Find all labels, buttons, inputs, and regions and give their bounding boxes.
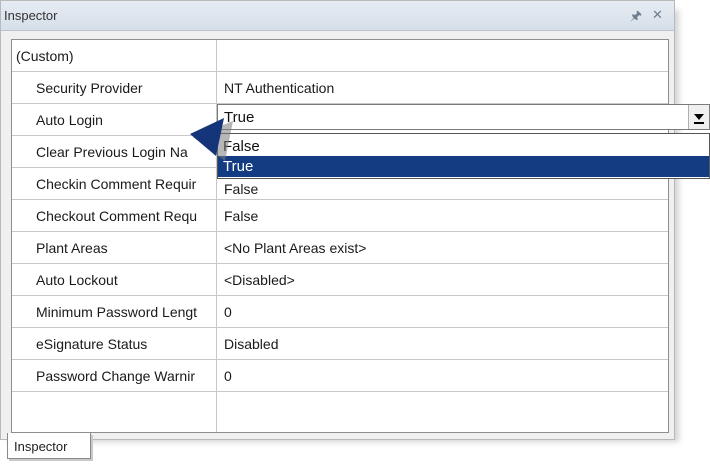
property-value-cell[interactable]: <Disabled> xyxy=(217,264,668,295)
property-value: 0 xyxy=(224,304,232,320)
auto-login-options-list[interactable]: False True xyxy=(217,133,710,179)
close-icon[interactable]: ✕ xyxy=(652,7,663,23)
property-name: Auto Login xyxy=(36,112,103,128)
property-name: Minimum Password Lengt xyxy=(36,304,198,320)
property-value-cell[interactable]: <No Plant Areas exist> xyxy=(217,232,668,263)
callout-arrow-icon xyxy=(190,118,233,161)
property-name-cell[interactable]: Minimum Password Lengt xyxy=(12,296,217,327)
option-false[interactable]: False xyxy=(218,136,709,157)
property-name-cell[interactable]: (Custom) xyxy=(12,40,217,71)
property-value: False xyxy=(224,181,259,197)
property-row[interactable]: Password Change Warnir 0 xyxy=(12,360,668,392)
property-value-cell[interactable]: Disabled xyxy=(217,328,668,359)
tab-inspector[interactable]: Inspector xyxy=(7,433,91,459)
property-grid: (Custom) Security Provider NT Authentica… xyxy=(11,39,669,433)
dropdown-underline xyxy=(694,122,704,124)
tab-label: Inspector xyxy=(14,439,68,454)
property-value: Disabled xyxy=(224,336,279,352)
property-name-cell[interactable]: Plant Areas xyxy=(12,232,217,263)
panel-title: Inspector xyxy=(4,8,58,23)
property-name-cell[interactable]: Password Change Warnir xyxy=(12,360,217,391)
property-value-cell[interactable]: 0 xyxy=(217,296,668,327)
property-name: Security Provider xyxy=(36,80,143,96)
chevron-down-icon xyxy=(694,114,704,120)
property-value-cell[interactable]: NT Authentication xyxy=(217,72,668,103)
property-value: 0 xyxy=(224,368,232,384)
inspector-titlebar: Inspector 🖈︎ ✕ xyxy=(1,1,674,31)
property-name: Password Change Warnir xyxy=(36,368,195,384)
property-row[interactable]: Plant Areas <No Plant Areas exist> xyxy=(12,232,668,264)
dropdown-button[interactable] xyxy=(688,105,709,129)
property-name: eSignature Status xyxy=(36,336,148,352)
property-name: Checkin Comment Requir xyxy=(36,176,197,192)
column-divider xyxy=(216,392,217,432)
pin-icon[interactable]: 🖈︎ xyxy=(630,7,642,29)
property-value: <No Plant Areas exist> xyxy=(224,240,367,256)
property-row[interactable]: Security Provider NT Authentication xyxy=(12,72,668,104)
property-name: Auto Lockout xyxy=(36,272,118,288)
option-true-highlighted[interactable]: True xyxy=(218,156,709,177)
property-name: (Custom) xyxy=(16,48,74,64)
property-name: Checkout Comment Requ xyxy=(36,208,198,224)
property-name-cell[interactable]: Security Provider xyxy=(12,72,217,103)
property-value: <Disabled> xyxy=(224,272,295,288)
property-value-cell[interactable]: False xyxy=(217,200,668,231)
property-row[interactable]: Minimum Password Lengt 0 xyxy=(12,296,668,328)
property-name-cell[interactable]: Auto Lockout xyxy=(12,264,217,295)
property-name-cell[interactable]: eSignature Status xyxy=(12,328,217,359)
property-name-cell[interactable]: Checkout Comment Requ xyxy=(12,200,217,231)
property-name-cell[interactable]: Checkin Comment Requir xyxy=(12,168,217,199)
inspector-panel: Inspector 🖈︎ ✕ (Custom) Security Provide… xyxy=(0,0,675,440)
property-row[interactable]: eSignature Status Disabled xyxy=(12,328,668,360)
property-value: NT Authentication xyxy=(224,80,335,96)
property-value: False xyxy=(224,208,259,224)
property-row[interactable]: Checkout Comment Requ False xyxy=(12,200,668,232)
auto-login-combobox[interactable]: True xyxy=(217,104,710,130)
property-name: Plant Areas xyxy=(36,240,108,256)
grid-empty-area xyxy=(12,392,668,432)
property-row[interactable]: Auto Lockout <Disabled> xyxy=(12,264,668,296)
property-value-cell[interactable] xyxy=(217,40,668,71)
property-value-cell[interactable]: 0 xyxy=(217,360,668,391)
property-row[interactable]: (Custom) xyxy=(12,40,668,72)
